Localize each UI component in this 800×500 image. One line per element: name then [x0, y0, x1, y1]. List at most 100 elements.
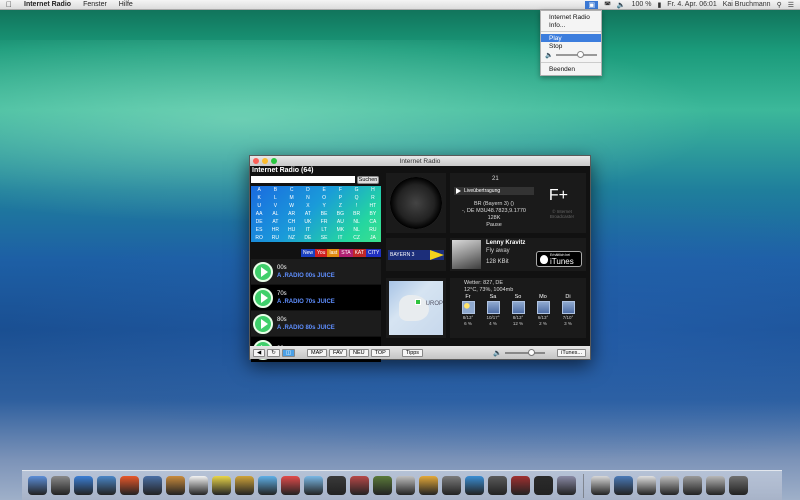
toolbar-volume-thumb[interactable] — [527, 348, 535, 356]
grid-cell[interactable]: A — [251, 186, 267, 194]
category-button[interactable]: STA — [339, 249, 353, 257]
europe-map[interactable]: UROP — [389, 281, 443, 335]
spotlight-icon[interactable]: ⚲ — [777, 1, 782, 9]
grid-cell[interactable]: RU — [365, 226, 381, 234]
grid-cell[interactable]: FR — [316, 218, 332, 226]
trash-icon[interactable]: ◫ — [281, 348, 296, 357]
dock-app-icon[interactable] — [706, 476, 725, 495]
grid-cell[interactable]: AA — [251, 210, 267, 218]
grid-cell[interactable]: Z — [332, 202, 348, 210]
category-button[interactable]: You — [315, 249, 328, 257]
grid-cell[interactable]: O — [316, 194, 332, 202]
dock-app-icon[interactable] — [212, 476, 231, 495]
menu-app-name[interactable]: Internet Radio — [18, 1, 77, 8]
user-name[interactable]: Kai Bruchmann — [723, 1, 771, 8]
apple-menu-icon[interactable]:  — [0, 0, 18, 9]
grid-cell[interactable]: HR — [267, 226, 283, 234]
notification-center-icon[interactable]: ☰ — [788, 1, 794, 9]
grid-cell[interactable]: IT — [332, 234, 348, 242]
grid-cell[interactable]: NZ — [284, 234, 300, 242]
tab-neu[interactable]: NEU — [348, 348, 369, 357]
dock-app-icon[interactable] — [591, 476, 610, 495]
grid-cell[interactable]: CZ — [349, 234, 365, 242]
dock-app-icon[interactable] — [465, 476, 484, 495]
grid-cell[interactable]: BY — [365, 210, 381, 218]
battery-text[interactable]: 100 % — [632, 1, 652, 8]
battery-icon[interactable]: ▮ — [657, 1, 661, 9]
grid-cell[interactable]: W — [284, 202, 300, 210]
category-button[interactable]: KAT — [352, 249, 366, 257]
volume-icon[interactable]: 🔈 — [617, 1, 626, 9]
grid-cell[interactable]: Q — [349, 194, 365, 202]
dock-app-icon[interactable] — [166, 476, 185, 495]
status-menu-title[interactable]: Internet Radio — [541, 13, 601, 21]
station-row[interactable]: 80s A .RADIO 80s JUICE — [251, 311, 381, 336]
grid-cell[interactable]: ! — [349, 202, 365, 210]
dock-app-icon[interactable] — [120, 476, 139, 495]
category-button[interactable]: New — [301, 249, 316, 257]
search-button[interactable]: Suchen — [357, 175, 379, 184]
grid-cell[interactable]: LT — [316, 226, 332, 234]
grid-cell[interactable]: AL — [267, 210, 283, 218]
status-menu-info[interactable]: Info... — [541, 21, 601, 29]
volume-slider-thumb[interactable] — [576, 51, 584, 58]
dock-app-icon[interactable] — [511, 476, 530, 495]
grid-cell[interactable]: N — [300, 194, 316, 202]
grid-cell[interactable]: F — [332, 186, 348, 194]
search-input[interactable] — [251, 176, 355, 183]
grid-cell[interactable]: HT — [365, 202, 381, 210]
grid-cell[interactable]: UK — [300, 218, 316, 226]
grid-cell[interactable]: C — [284, 186, 300, 194]
tab-fav[interactable]: FAV — [328, 348, 347, 357]
grid-cell[interactable]: P — [332, 194, 348, 202]
category-button[interactable]: last — [327, 249, 340, 257]
toolbar-volume-slider[interactable] — [505, 348, 546, 356]
dock-app-icon[interactable] — [660, 476, 679, 495]
live-progress-bar[interactable]: Liveübertragung — [454, 187, 534, 195]
dock-app-icon[interactable] — [51, 476, 70, 495]
station-play-icon[interactable] — [253, 261, 273, 282]
grid-cell[interactable]: Y — [316, 202, 332, 210]
menu-fenster[interactable]: Fenster — [77, 1, 113, 8]
dock-app-icon[interactable] — [143, 476, 162, 495]
status-menu-quit[interactable]: Beenden — [541, 65, 601, 73]
tab-map[interactable]: MAP — [307, 348, 327, 357]
dock-app-icon[interactable] — [97, 476, 116, 495]
close-button[interactable] — [253, 158, 259, 164]
grid-cell[interactable]: JA — [365, 234, 381, 242]
dock-app-icon[interactable] — [235, 476, 254, 495]
grid-cell[interactable]: B — [267, 186, 283, 194]
grid-cell[interactable]: ES — [251, 226, 267, 234]
radio-status-icon[interactable]: ▣ — [585, 0, 599, 9]
back-button[interactable]: ◀ — [253, 348, 266, 357]
grid-cell[interactable]: BR — [349, 210, 365, 218]
grid-cell[interactable]: AT — [267, 218, 283, 226]
grid-cell[interactable]: MK — [332, 226, 348, 234]
grid-cell[interactable]: CH — [284, 218, 300, 226]
grid-cell[interactable]: D — [300, 186, 316, 194]
dock-app-icon[interactable] — [419, 476, 438, 495]
grid-cell[interactable]: L — [267, 194, 283, 202]
dock-app-icon[interactable] — [74, 476, 93, 495]
dock-app-icon[interactable] — [637, 476, 656, 495]
itunes-badge-button[interactable]: Erhältlich bei iTunes — [536, 251, 582, 267]
clock[interactable]: Fr. 4. Apr. 06:01 — [667, 1, 716, 8]
dock-app-icon[interactable] — [327, 476, 346, 495]
grid-cell[interactable]: IT — [300, 226, 316, 234]
dock-app-icon[interactable] — [442, 476, 461, 495]
station-row[interactable]: 00s A .RADIO 00s JUICE — [251, 259, 381, 284]
status-menu-play[interactable]: Play — [541, 34, 601, 42]
grid-cell[interactable]: NL — [349, 226, 365, 234]
station-play-icon[interactable] — [253, 313, 273, 334]
window-titlebar[interactable]: Internet Radio — [250, 156, 590, 166]
zoom-button[interactable] — [271, 158, 277, 164]
grid-cell[interactable]: AR — [284, 210, 300, 218]
grid-cell[interactable]: K — [251, 194, 267, 202]
dock-app-icon[interactable] — [373, 476, 392, 495]
grid-cell[interactable]: G — [349, 186, 365, 194]
dock-app-icon[interactable] — [350, 476, 369, 495]
dock-app-icon[interactable] — [396, 476, 415, 495]
menu-hilfe[interactable]: Hilfe — [113, 1, 139, 8]
grid-cell[interactable]: DE — [251, 218, 267, 226]
station-banner[interactable]: BAYERN 3 — [388, 249, 444, 260]
